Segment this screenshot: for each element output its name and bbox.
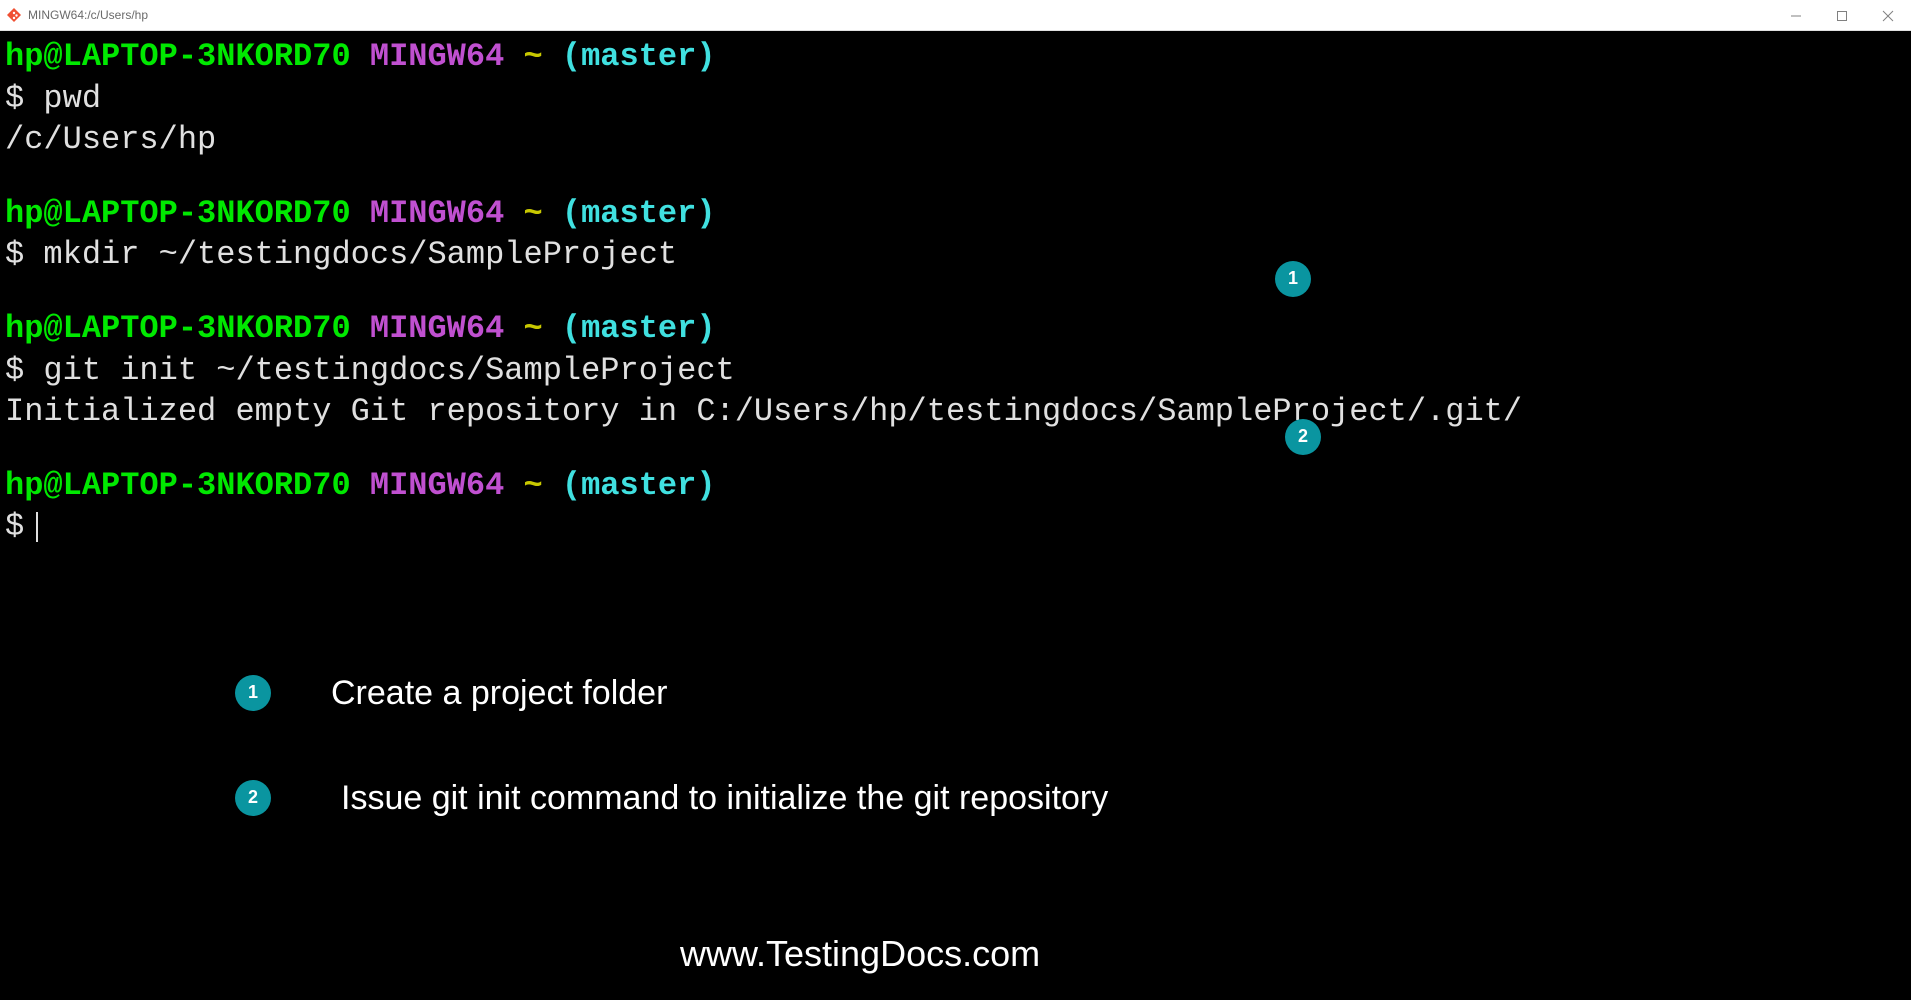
annotation-badge-1: 1 (235, 675, 271, 711)
command-line: $ pwd (5, 78, 1906, 120)
annotation-badge-2: 2 (235, 780, 271, 816)
close-button[interactable] (1865, 0, 1911, 31)
annotation-row-2: 2 Issue git init command to initialize t… (235, 776, 1108, 820)
website-watermark: www.TestingDocs.com (680, 931, 1040, 978)
prompt-line: hp@LAPTOP-3NKORD70 MINGW64 ~ (master) (5, 36, 1906, 78)
prompt-line: hp@LAPTOP-3NKORD70 MINGW64 ~ (master) (5, 465, 1906, 507)
annotation-text-1: Create a project folder (331, 671, 667, 715)
command-line: $ mkdir ~/testingdocs/SampleProject (5, 234, 1906, 276)
terminal-area[interactable]: hp@LAPTOP-3NKORD70 MINGW64 ~ (master) $ … (0, 31, 1911, 1000)
prompt-line: hp@LAPTOP-3NKORD70 MINGW64 ~ (master) (5, 193, 1906, 235)
callout-badge-1: 1 (1275, 261, 1311, 297)
prompt-line: hp@LAPTOP-3NKORD70 MINGW64 ~ (master) (5, 308, 1906, 350)
window-controls (1773, 0, 1911, 31)
command-line: $ (5, 506, 1906, 548)
annotation-text-2: Issue git init command to initialize the… (341, 776, 1108, 820)
callout-badge-2: 2 (1285, 419, 1321, 455)
output-line: /c/Users/hp (5, 119, 1906, 161)
cursor (36, 512, 38, 542)
maximize-button[interactable] (1819, 0, 1865, 31)
command-line: $ git init ~/testingdocs/SampleProject (5, 350, 1906, 392)
minimize-button[interactable] (1773, 0, 1819, 31)
annotation-row-1: 1 Create a project folder (235, 671, 667, 715)
window-titlebar: MINGW64:/c/Users/hp (0, 0, 1911, 31)
app-icon (6, 7, 22, 23)
window-title: MINGW64:/c/Users/hp (28, 8, 148, 22)
output-line: Initialized empty Git repository in C:/U… (5, 391, 1906, 433)
